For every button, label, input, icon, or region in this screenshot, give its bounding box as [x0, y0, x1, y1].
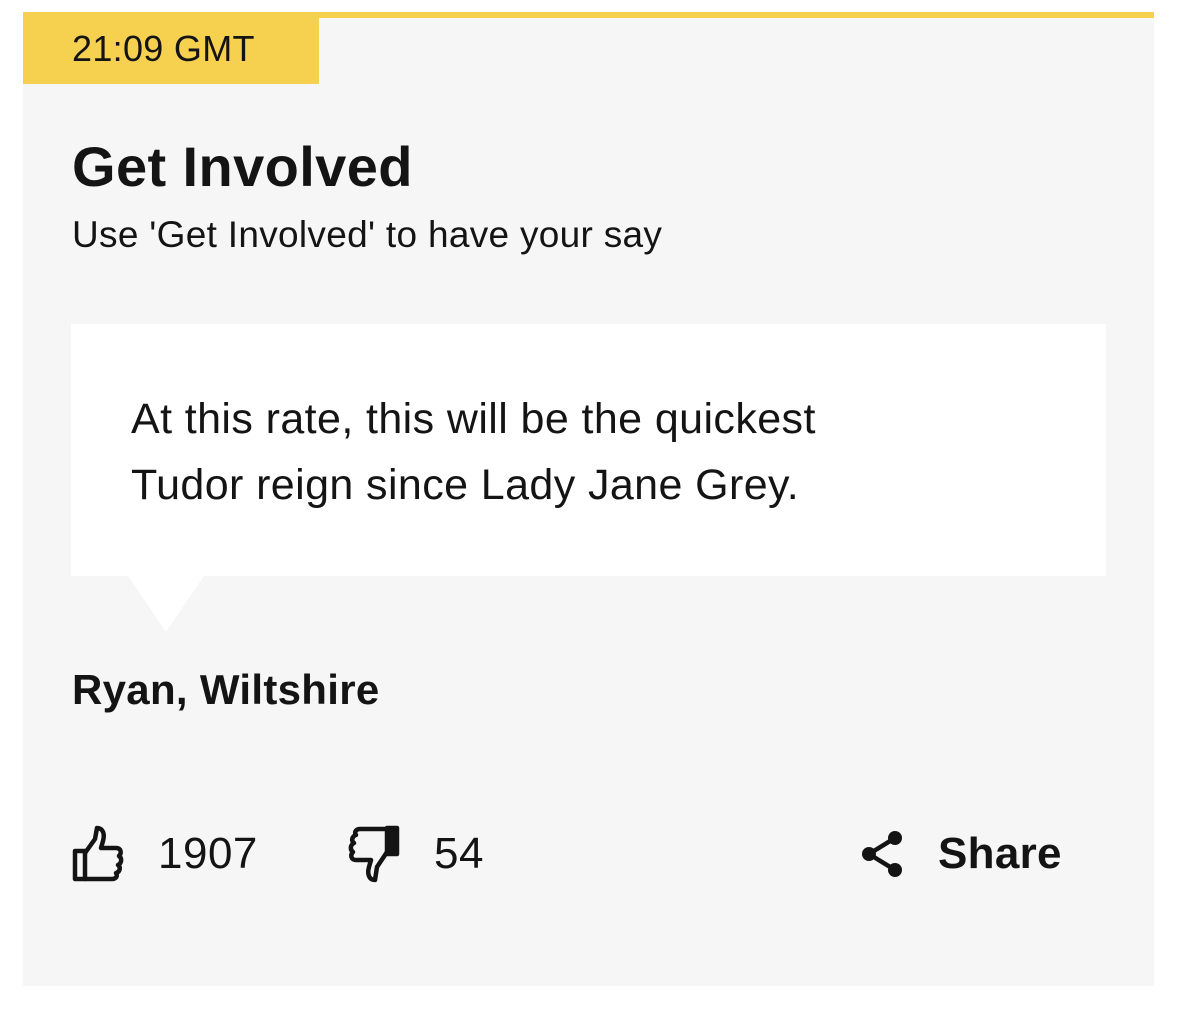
quote-text: At this rate, this will be the quickest …	[131, 386, 1001, 518]
thumbs-down-icon	[348, 825, 400, 883]
thumbs-up-icon	[72, 825, 124, 883]
comment-author: Ryan, Wiltshire	[72, 666, 380, 713]
like-count: 1907	[158, 829, 258, 878]
share-label: Share	[938, 829, 1062, 878]
quote-box: At this rate, this will be the quickest …	[71, 324, 1106, 576]
post-actions: 1907 54 Share	[72, 818, 1072, 890]
share-button[interactable]: Share	[860, 818, 1062, 890]
dislike-count: 54	[434, 829, 484, 878]
post-title: Get Involved	[72, 135, 413, 198]
post-subtitle: Use 'Get Involved' to have your say	[72, 214, 663, 255]
quote-tail	[128, 576, 204, 632]
like-button[interactable]: 1907	[72, 818, 258, 890]
quote-line: At this rate, this will be the quickest	[131, 395, 816, 443]
timestamp-badge: 21:09 GMT	[23, 18, 319, 84]
live-post-card: 21:09 GMT Get Involved Use 'Get Involved…	[23, 12, 1154, 986]
quote-line: Tudor reign since Lady Jane Grey.	[131, 461, 800, 509]
dislike-button[interactable]: 54	[348, 818, 484, 890]
share-icon	[860, 830, 904, 878]
